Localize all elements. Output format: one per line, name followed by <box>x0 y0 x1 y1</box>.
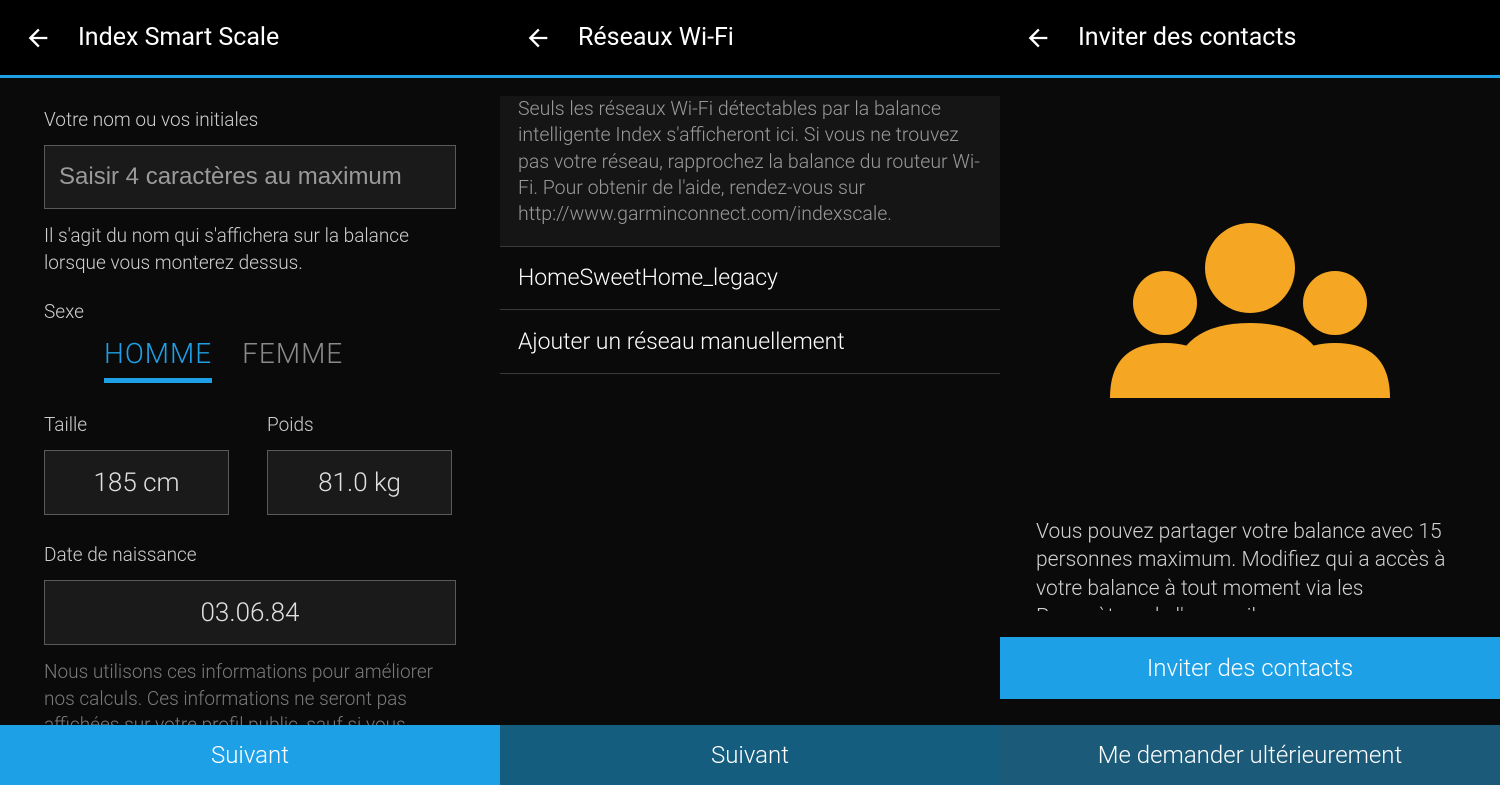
sex-option-female[interactable]: FEMME <box>242 337 343 383</box>
arrow-left-icon <box>24 24 52 52</box>
share-description: Vous pouvez partager votre balance avec … <box>1036 518 1464 611</box>
name-input[interactable] <box>44 145 456 209</box>
sex-option-male[interactable]: HOMME <box>104 337 212 383</box>
dob-input[interactable]: 03.06.84 <box>44 580 456 645</box>
page-title: Inviter des contacts <box>1078 23 1296 52</box>
people-icon <box>1036 198 1464 398</box>
header: Inviter des contacts <box>1000 0 1500 78</box>
content: Votre nom ou vos initiales Il s'agit du … <box>0 78 500 725</box>
back-button[interactable] <box>518 18 558 58</box>
arrow-left-icon <box>1024 24 1052 52</box>
name-helper: Il s'agit du nom qui s'affichera sur la … <box>44 223 456 276</box>
ask-later-button[interactable]: Me demander ultérieurement <box>1000 725 1500 785</box>
back-button[interactable] <box>1018 18 1058 58</box>
header: Index Smart Scale <box>0 0 500 78</box>
content: Vous pouvez partager votre balance avec … <box>1000 78 1500 611</box>
screen-invite: Inviter des contacts Vous pouvez partage… <box>1000 0 1500 785</box>
invite-contacts-button[interactable]: Inviter des contacts <box>1000 637 1500 699</box>
sex-selector: HOMME FEMME <box>44 337 456 383</box>
next-button[interactable]: Suivant <box>500 725 1000 785</box>
height-label: Taille <box>44 413 229 436</box>
weight-input[interactable]: 81.0 kg <box>267 450 452 515</box>
privacy-note: Nous utilisons ces informations pour amé… <box>44 659 456 725</box>
screen-wifi: Réseaux Wi-Fi Seuls les réseaux Wi-Fi dé… <box>500 0 1000 785</box>
height-input[interactable]: 185 cm <box>44 450 229 515</box>
dob-label: Date de naissance <box>44 543 456 566</box>
header: Réseaux Wi-Fi <box>500 0 1000 78</box>
sex-label: Sexe <box>44 300 456 323</box>
page-title: Index Smart Scale <box>78 23 279 52</box>
wifi-info-text: Seuls les réseaux Wi-Fi détectables par … <box>500 96 1000 246</box>
next-button[interactable]: Suivant <box>0 725 500 785</box>
name-label: Votre nom ou vos initiales <box>44 108 456 131</box>
back-button[interactable] <box>18 18 58 58</box>
page-title: Réseaux Wi-Fi <box>578 23 734 52</box>
add-network-manual[interactable]: Ajouter un réseau manuellement <box>500 310 1000 374</box>
content: Seuls les réseaux Wi-Fi détectables par … <box>500 78 1000 725</box>
screen-profile: Index Smart Scale Votre nom ou vos initi… <box>0 0 500 785</box>
wifi-network-item[interactable]: HomeSweetHome_legacy <box>500 246 1000 310</box>
arrow-left-icon <box>524 24 552 52</box>
weight-label: Poids <box>267 413 452 436</box>
